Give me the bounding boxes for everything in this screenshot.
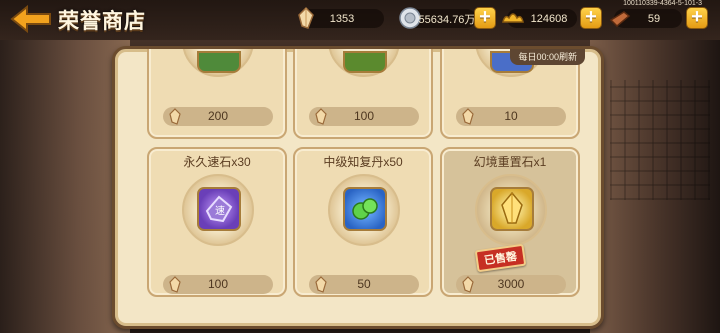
add-silver-button[interactable]: + [474, 7, 496, 29]
top-bar: 荣誉商店 1353 55634.76万 + 124608 + 59 + 1001… [0, 0, 720, 40]
shop-card-permanent-speed-stone[interactable]: 永久速石x30 速 100 [147, 147, 287, 297]
honor-gem-icon [315, 108, 327, 125]
resource-silver: 55634.76万 [399, 7, 476, 29]
item-price: 10 [504, 109, 518, 123]
item-icon-top-2 [343, 51, 387, 73]
background-lattice [610, 80, 710, 200]
item-icon-top-1 [197, 51, 241, 73]
item-price: 200 [207, 109, 229, 123]
background-left [0, 40, 130, 333]
shop-card-illusion-reset-stone[interactable]: 幻境重置石x1 已售罄 3000 [440, 147, 580, 297]
price-tag: 100 [163, 275, 273, 294]
item-price: 50 [357, 277, 371, 291]
back-arrow-icon [10, 5, 51, 33]
shop-card-intermediate-pill[interactable]: 中级知复丹x50 50 [293, 147, 433, 297]
purple-speed-stone-icon: 速 [197, 187, 241, 231]
honor-gem-icon [462, 276, 474, 293]
page-title: 荣誉商店 [58, 10, 146, 33]
price-tag: 50 [309, 275, 419, 294]
price-tag: 200 [163, 107, 273, 126]
item-price: 3000 [497, 277, 525, 291]
fuel-value: 59 [647, 12, 661, 25]
add-gold-button[interactable]: + [580, 7, 602, 29]
shop-grid: 200 100 10 永久速石x30 速 100 中级知复丹x50 50 幻境重… [115, 49, 601, 326]
shop-panel: 200 100 10 永久速石x30 速 100 中级知复丹x50 50 幻境重… [112, 46, 604, 329]
item-name: 永久速石x30 [183, 155, 251, 169]
honor-gem-icon [462, 108, 474, 125]
price-tag: 3000 [456, 275, 566, 294]
golden-reset-stone-icon [490, 187, 534, 231]
price-tag: 100 [309, 107, 419, 126]
honor-gem-icon [315, 276, 327, 293]
refresh-notice: 每日00:00刷新 [510, 49, 585, 65]
server-id-text: 100110339-4364-5-101-3 [623, 0, 702, 7]
price-tag: 10 [456, 107, 566, 126]
back-button[interactable] [8, 4, 54, 34]
sold-out-stamp: 已售罄 [474, 243, 527, 273]
honor-gem-value: 1353 [329, 12, 355, 25]
honor-gem-icon [169, 108, 181, 125]
resource-fuel: 59 [609, 9, 682, 28]
gold-value: 124608 [530, 12, 568, 25]
resource-honor-gem: 1353 [298, 6, 384, 29]
item-price: 100 [207, 277, 229, 291]
item-name: 幻境重置石x1 [473, 155, 547, 169]
item-price: 100 [353, 109, 375, 123]
svg-text:速: 速 [215, 205, 225, 217]
honor-gem-icon [169, 276, 181, 293]
shop-card-top-1[interactable]: 200 [147, 49, 287, 139]
resource-gold: 124608 [502, 9, 577, 28]
green-pill-icon [343, 187, 387, 231]
item-name: 中级知复丹x50 [323, 155, 403, 169]
silver-value: 55634.76万 [418, 13, 476, 26]
add-fuel-button[interactable]: + [686, 7, 708, 29]
shop-card-top-2[interactable]: 100 [293, 49, 433, 139]
